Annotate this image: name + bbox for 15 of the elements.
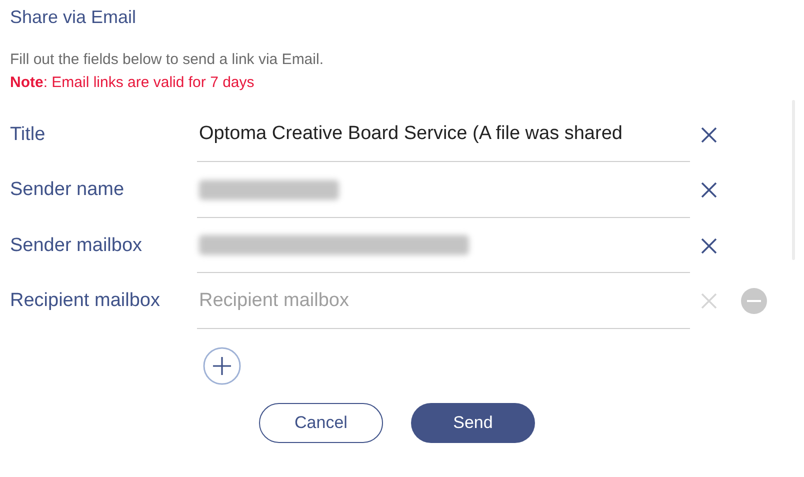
field-label: Title xyxy=(10,124,46,146)
send-button[interactable]: Send xyxy=(411,403,535,443)
input-field[interactable]: Optoma Creative Board Service (A file was shared xyxy=(197,107,690,162)
input-field[interactable]: Recipient mailbox xyxy=(199,274,690,328)
cancel-button[interactable]: Cancel xyxy=(259,403,383,443)
description-text: Fill out the fields below to send a link via Email. xyxy=(10,50,324,70)
note-text: Note: Email links are valid for 7 days xyxy=(10,73,256,93)
field-label: Sender mailbox xyxy=(10,234,144,257)
clear-icon[interactable] xyxy=(701,126,717,143)
add-icon[interactable] xyxy=(203,347,241,385)
clear-icon[interactable] xyxy=(701,238,717,254)
clear-icon[interactable] xyxy=(701,182,717,198)
field-label: Sender name xyxy=(10,179,126,202)
field-label: Recipient mailbox xyxy=(10,290,161,312)
dialog-title: Share via Email xyxy=(10,6,138,28)
